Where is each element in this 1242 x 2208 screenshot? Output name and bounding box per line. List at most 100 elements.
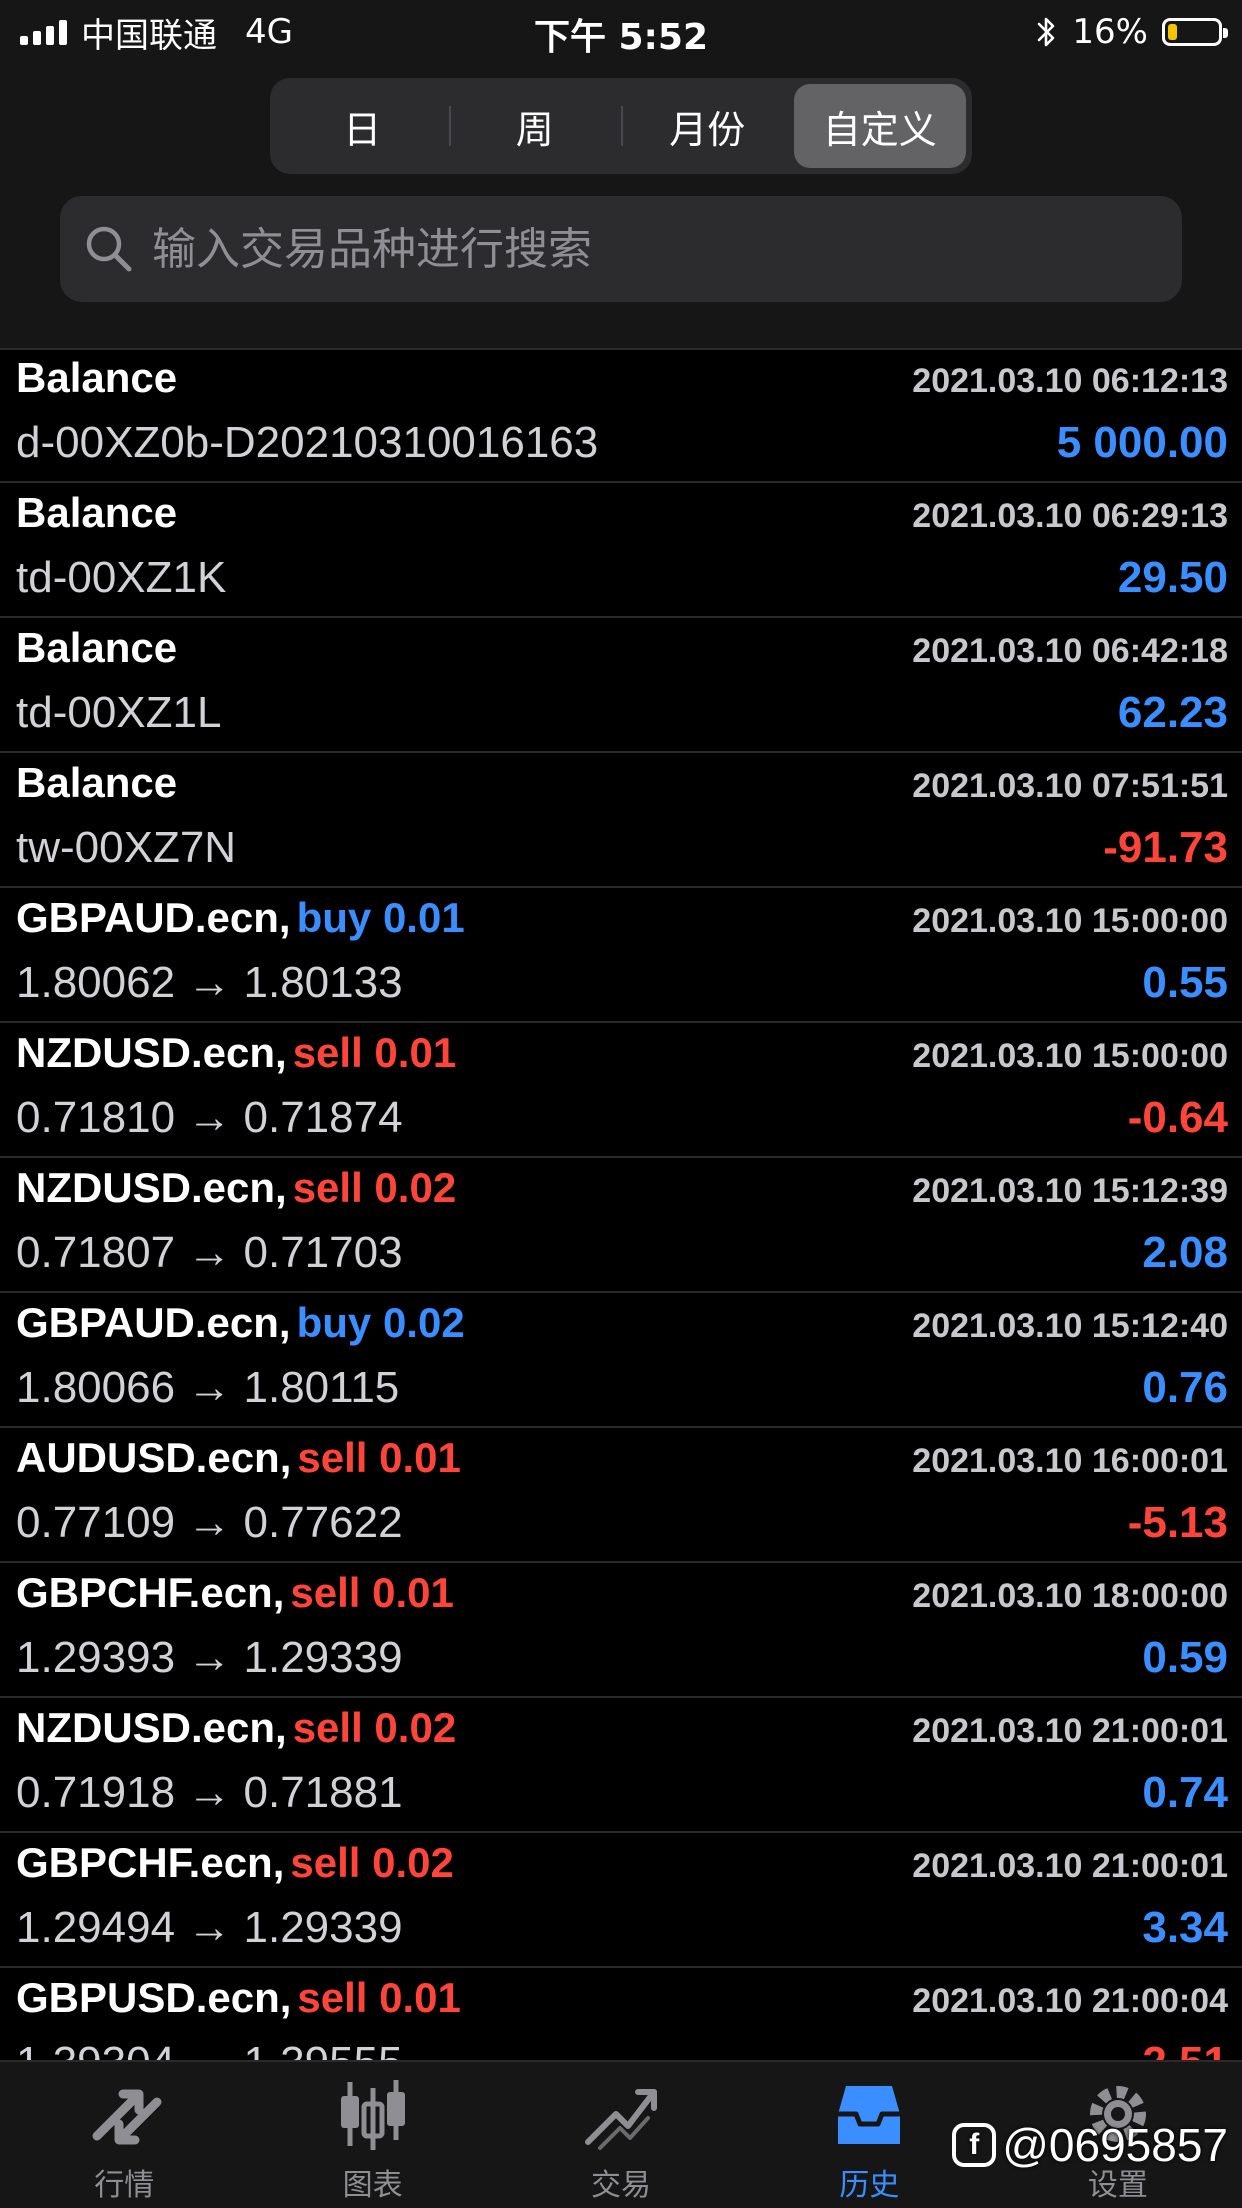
row-time: 2021.03.10 18:00:00 (912, 1577, 1228, 1615)
row-title: GBPUSD.ecn, sell 0.01 (16, 1974, 461, 2022)
row-title: Balance (16, 624, 177, 672)
battery-level (1168, 24, 1177, 40)
row-side: sell 0.02 (292, 1704, 457, 1751)
row-symbol: NZDUSD.ecn, (16, 1704, 287, 1751)
bluetooth-icon (1038, 17, 1055, 47)
row-time: 2021.03.10 15:12:39 (912, 1172, 1228, 1210)
row-symbol: Balance (16, 759, 178, 806)
row-title: AUDUSD.ecn, sell 0.01 (16, 1434, 461, 1482)
history-row[interactable]: Balance 2021.03.10 06:42:18 td-00XZ1L 62.23 (0, 618, 1242, 753)
row-time: 2021.03.10 15:00:00 (912, 902, 1228, 940)
watermark: f @0695857 (952, 2118, 1228, 2172)
row-amount: 5 000.00 (1056, 418, 1228, 467)
history-row[interactable]: Balance 2021.03.10 06:29:13 td-00XZ1K 29.50 (0, 483, 1242, 618)
row-title: NZDUSD.ecn, sell 0.02 (16, 1704, 456, 1752)
row-amount: -0.64 (1127, 1093, 1228, 1142)
row-symbol: GBPAUD.ecn, (16, 894, 291, 941)
row-detail: 1.29494 → 1.29339 (16, 1903, 403, 1952)
row-title: NZDUSD.ecn, sell 0.01 (16, 1029, 456, 1077)
period-tab-1[interactable]: 周 (448, 84, 622, 168)
history-icon (838, 2086, 901, 2144)
row-time: 2021.03.10 06:42:18 (912, 632, 1228, 670)
watermark-logo-icon: f (952, 2123, 997, 2167)
battery-percent: 16% (1072, 12, 1148, 52)
row-side: buy 0.02 (296, 1299, 465, 1346)
battery-icon (1162, 18, 1228, 46)
row-amount: 0.55 (1142, 958, 1228, 1007)
tab-trade[interactable]: 交易 (497, 2062, 745, 2208)
row-detail: td-00XZ1K (16, 553, 227, 602)
row-symbol: GBPUSD.ecn, (16, 1974, 292, 2021)
tab-label: 行情 (94, 2168, 155, 2203)
row-detail: d-00XZ0b-D20210310016163 (16, 418, 599, 467)
history-row[interactable]: Balance 2021.03.10 07:51:51 tw-00XZ7N -91.7… (0, 753, 1242, 888)
tab-quotes[interactable]: 行情 (0, 2062, 248, 2208)
history-row[interactable]: NZDUSD.ecn, sell 0.02 2021.03.10 15:12:39 0… (0, 1158, 1242, 1293)
history-list[interactable]: Balance 2021.03.10 06:12:13 d-00XZ0b-D2021… (0, 348, 1242, 2060)
row-symbol: Balance (16, 354, 178, 401)
row-detail: 1.29393 → 1.29339 (16, 1633, 403, 1682)
row-side: buy 0.01 (296, 894, 465, 941)
row-title: GBPCHF.ecn, sell 0.01 (16, 1569, 454, 1617)
tab-label: 图表 (342, 2168, 403, 2203)
header: 中国联通 4G 下午 5:52 16% 日周月份 自定义 (0, 0, 1242, 350)
row-detail: 0.71810 → 0.71874 (16, 1093, 403, 1142)
history-row[interactable]: NZDUSD.ecn, sell 0.01 2021.03.10 15:00:00 0… (0, 1023, 1242, 1158)
row-amount: -91.73 (1103, 823, 1228, 872)
row-time: 2021.03.10 15:00:00 (912, 1037, 1228, 1075)
row-detail: 0.71807 → 0.71703 (16, 1228, 403, 1277)
row-title: GBPCHF.ecn, sell 0.02 (16, 1839, 454, 1887)
row-amount: 29.50 (1117, 553, 1228, 602)
search-bar[interactable] (60, 196, 1182, 302)
search-input[interactable] (150, 222, 1182, 276)
row-title: GBPAUD.ecn, buy 0.01 (16, 894, 465, 942)
row-amount: 3.34 (1142, 1903, 1228, 1952)
status-bar: 中国联通 4G 下午 5:52 16% (0, 0, 1242, 64)
row-title: Balance (16, 354, 177, 402)
row-amount: 62.23 (1117, 688, 1228, 737)
row-detail: 0.77109 → 0.77622 (16, 1498, 403, 1547)
row-detail: 1.80066 → 1.80115 (16, 1363, 400, 1412)
row-time: 2021.03.10 21:00:01 (912, 1847, 1228, 1885)
period-tab-2[interactable]: 月份 (621, 84, 794, 168)
tab-label: 历史 (839, 2168, 900, 2203)
row-symbol: NZDUSD.ecn, (16, 1164, 287, 1211)
watermark-handle: @0695857 (1002, 2119, 1228, 2171)
row-side: sell 0.01 (297, 1974, 461, 2021)
row-time: 2021.03.10 07:51:51 (912, 767, 1228, 805)
row-side: sell 0.01 (292, 1029, 457, 1076)
row-title: Balance (16, 759, 177, 807)
row-amount: 0.59 (1142, 1633, 1228, 1682)
history-row[interactable]: GBPAUD.ecn, buy 0.02 2021.03.10 15:12:40 1.… (0, 1293, 1242, 1428)
history-row[interactable]: Balance 2021.03.10 06:12:13 d-00XZ0b-D2021… (0, 348, 1242, 483)
period-tab-0[interactable]: 日 (276, 84, 449, 168)
history-row[interactable]: GBPAUD.ecn, buy 0.01 2021.03.10 15:00:00 1.… (0, 888, 1242, 1023)
app-root: 中国联通 4G 下午 5:52 16% 日周月份自定义 Ba (0, 0, 1242, 2208)
row-time: 2021.03.10 16:00:01 (912, 1442, 1228, 1480)
row-time: 2021.03.10 15:12:40 (912, 1307, 1228, 1345)
history-row[interactable]: GBPCHF.ecn, sell 0.01 2021.03.10 18:00:00 1… (0, 1563, 1242, 1698)
tab-chart[interactable]: 图表 (248, 2062, 496, 2208)
row-symbol: Balance (16, 624, 178, 671)
row-symbol: Balance (16, 489, 178, 536)
row-symbol: NZDUSD.ecn, (16, 1029, 287, 1076)
row-side: sell 0.01 (297, 1434, 461, 1481)
history-row[interactable]: GBPCHF.ecn, sell 0.02 2021.03.10 21:00:01 1… (0, 1833, 1242, 1968)
row-amount: 0.74 (1142, 1768, 1228, 1817)
history-row[interactable]: AUDUSD.ecn, sell 0.01 2021.03.10 16:00:01 0… (0, 1428, 1242, 1563)
row-side: sell 0.02 (290, 1839, 454, 1886)
history-row[interactable]: GBPUSD.ecn,sell 0.01 2021.03.10 21:00:04 1… (0, 1968, 1242, 2060)
trade-icon (585, 2089, 658, 2150)
search-icon (86, 226, 132, 272)
row-symbol: AUDUSD.ecn, (16, 1434, 292, 1481)
tab-label: 交易 (591, 2168, 652, 2203)
row-side: sell 0.02 (292, 1164, 457, 1211)
period-segmented-control: 日周月份 自定义 (270, 78, 972, 174)
row-symbol: GBPCHF.ecn, (16, 1839, 285, 1886)
chart-icon (340, 2080, 405, 2150)
period-tab-3[interactable]: 自定义 (793, 84, 966, 168)
row-amount: 2.08 (1142, 1228, 1228, 1277)
quotes-icon (92, 2089, 162, 2145)
row-title: GBPAUD.ecn, buy 0.02 (16, 1299, 465, 1347)
history-row[interactable]: NZDUSD.ecn, sell 0.02 2021.03.10 21:00:01 0… (0, 1698, 1242, 1833)
